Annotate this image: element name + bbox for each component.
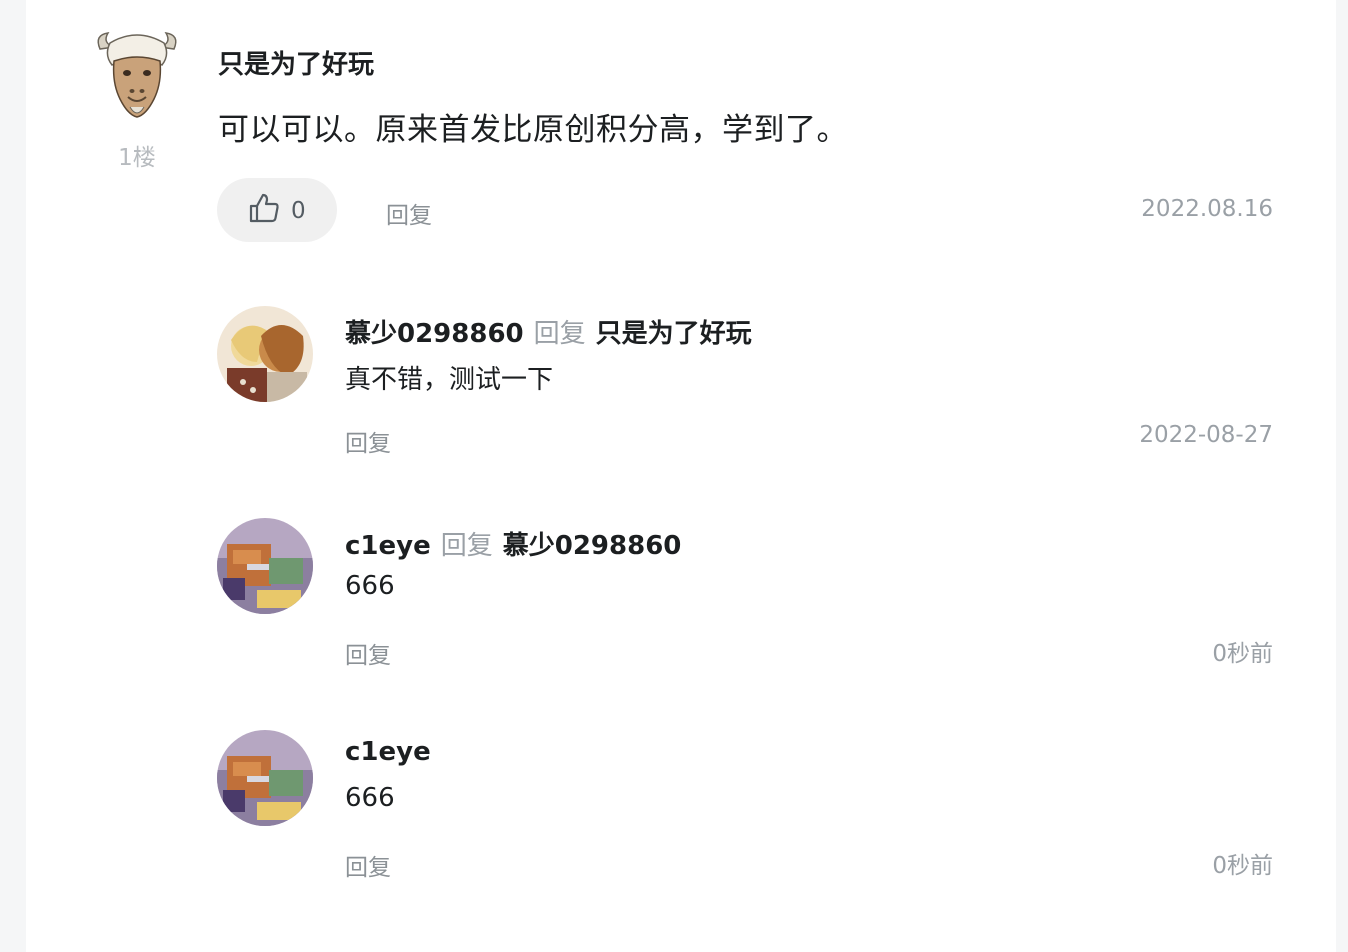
reply-date: 0秒前 bbox=[1212, 853, 1273, 879]
comment-author[interactable]: 只是为了好玩 bbox=[218, 44, 374, 81]
reply-text: 666 bbox=[345, 783, 395, 813]
reply-author[interactable]: c1eye bbox=[345, 531, 431, 561]
reply-button[interactable]: 回复 bbox=[345, 636, 391, 670]
reply-author[interactable]: 慕少0298860 bbox=[345, 319, 524, 349]
comment-date: 2022.08.16 bbox=[1141, 196, 1273, 222]
comment-text: 可以可以。原来首发比原创积分高，学到了。 bbox=[218, 112, 848, 148]
reply-text: 666 bbox=[345, 571, 395, 601]
reply-date: 2022-08-27 bbox=[1139, 422, 1273, 448]
reply-target[interactable]: 只是为了好玩 bbox=[596, 319, 752, 349]
avatar[interactable] bbox=[217, 518, 313, 614]
like-count: 0 bbox=[291, 198, 306, 224]
reply-word: 回复 bbox=[533, 319, 586, 349]
reply-date: 0秒前 bbox=[1212, 641, 1273, 667]
reply-target[interactable]: 慕少0298860 bbox=[503, 531, 682, 561]
reply-button[interactable]: 回复 bbox=[345, 424, 391, 458]
like-button[interactable]: 0 bbox=[217, 178, 337, 242]
reply-header: c1eye bbox=[345, 737, 431, 767]
reply-author[interactable]: c1eye bbox=[345, 737, 431, 767]
reply-header: 慕少0298860 回复 只是为了好玩 bbox=[345, 313, 752, 350]
avatar[interactable] bbox=[217, 730, 313, 826]
reply-word: 回复 bbox=[440, 531, 493, 561]
reply-button[interactable]: 回复 bbox=[345, 848, 391, 882]
avatar[interactable] bbox=[217, 306, 313, 402]
thumbs-up-icon bbox=[248, 192, 280, 224]
avatar[interactable] bbox=[92, 25, 182, 120]
floor-number: 1楼 bbox=[118, 145, 156, 171]
reply-text: 真不错，测试一下 bbox=[345, 365, 554, 395]
reply-header: c1eye 回复 慕少0298860 bbox=[345, 525, 681, 562]
reply-button[interactable]: 回复 bbox=[386, 196, 432, 230]
